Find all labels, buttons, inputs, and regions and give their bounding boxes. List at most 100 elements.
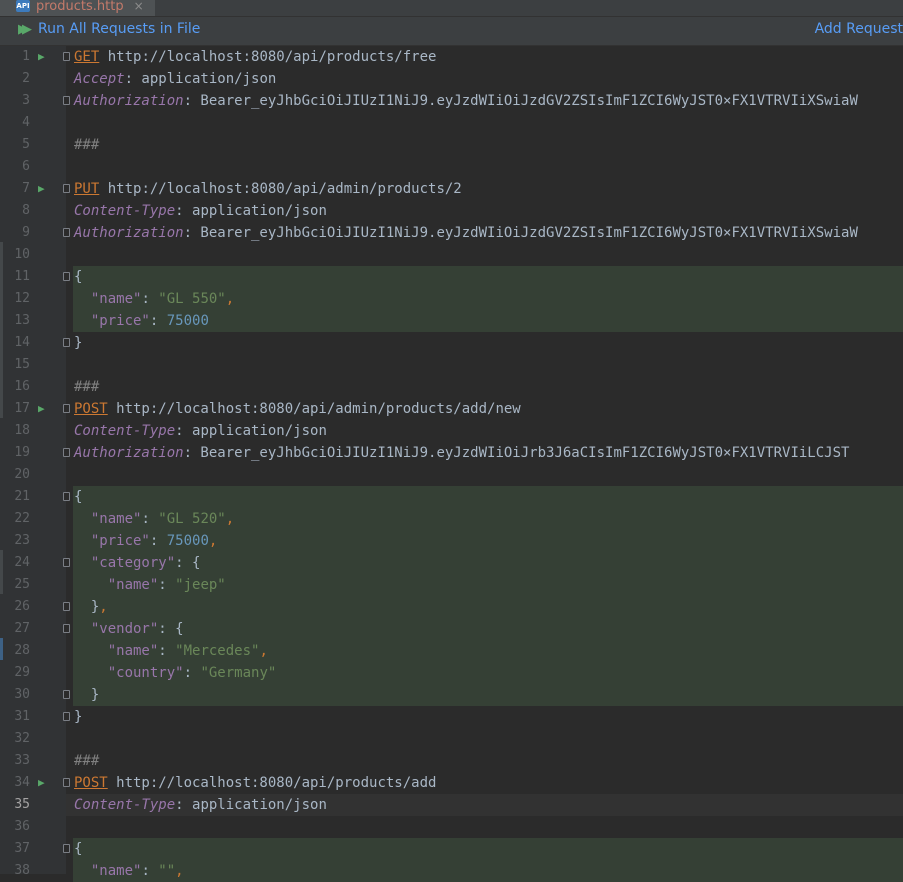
code-text: "name": "", bbox=[74, 860, 184, 882]
tab-products-http[interactable]: API products.http × bbox=[0, 0, 155, 16]
code-line[interactable]: 6 bbox=[0, 156, 903, 178]
code-token: : application/json bbox=[124, 71, 277, 87]
fold-marker-icon[interactable] bbox=[63, 272, 70, 281]
code-line[interactable]: 17 ▶ POST http://localhost:8080/api/admin/… bbox=[0, 398, 903, 420]
code-line[interactable]: 38 "name": "", bbox=[0, 860, 903, 882]
fold-marker-icon[interactable] bbox=[63, 624, 70, 633]
fold-marker-icon[interactable] bbox=[63, 844, 70, 853]
code-text: POST http://localhost:8080/api/admin/pro… bbox=[74, 398, 521, 420]
code-line[interactable]: 33 ### bbox=[0, 750, 903, 772]
run-request-icon[interactable]: ▶ bbox=[38, 772, 45, 794]
code-text: "name": "jeep" bbox=[74, 574, 226, 596]
code-line[interactable]: 25 "name": "jeep" bbox=[0, 574, 903, 596]
fold-marker-icon[interactable] bbox=[63, 338, 70, 347]
code-line[interactable]: 11 { bbox=[0, 266, 903, 288]
code-line[interactable]: 23 "price": 75000, bbox=[0, 530, 903, 552]
fold-marker-icon[interactable] bbox=[63, 228, 70, 237]
code-text: "name": "GL 550", bbox=[74, 288, 234, 310]
code-token: Authorization bbox=[74, 225, 184, 241]
code-line[interactable]: 31} bbox=[0, 706, 903, 728]
close-icon[interactable]: × bbox=[134, 0, 144, 13]
code-line[interactable]: 22 "name": "GL 520", bbox=[0, 508, 903, 530]
fold-marker-icon[interactable] bbox=[63, 602, 70, 611]
code-line[interactable]: 13 "price": 75000 bbox=[0, 310, 903, 332]
code-token: ### bbox=[74, 137, 100, 153]
run-request-icon[interactable]: ▶ bbox=[38, 46, 45, 68]
fold-marker-icon[interactable] bbox=[63, 448, 70, 457]
code-line[interactable]: 34 ▶ POST http://localhost:8080/api/produc… bbox=[0, 772, 903, 794]
code-line[interactable]: 21 { bbox=[0, 486, 903, 508]
code-line[interactable]: 16 ### bbox=[0, 376, 903, 398]
line-number: 21 bbox=[14, 489, 30, 504]
fold-marker-icon[interactable] bbox=[63, 690, 70, 699]
add-request-button[interactable]: Add Request bbox=[815, 21, 903, 37]
tab-label: products.http bbox=[36, 0, 124, 14]
code-text: "name": "Mercedes", bbox=[74, 640, 268, 662]
code-line[interactable]: 29 "country": "Germany" bbox=[0, 662, 903, 684]
code-line[interactable]: 5 ### bbox=[0, 134, 903, 156]
code-token: : bbox=[149, 533, 167, 549]
code-line[interactable]: 8 Content-Type: application/json bbox=[0, 200, 903, 222]
code-line[interactable]: 10 bbox=[0, 244, 903, 266]
code-token: "vendor" bbox=[90, 621, 159, 637]
code-token: : bbox=[158, 643, 176, 659]
code-line[interactable]: 28 "name": "Mercedes", bbox=[0, 640, 903, 662]
fold-marker-icon[interactable] bbox=[63, 778, 70, 787]
code-token: : application/json bbox=[175, 797, 327, 813]
code-line[interactable]: 27 "vendor": { bbox=[0, 618, 903, 640]
code-token: : bbox=[158, 577, 176, 593]
code-token: , bbox=[225, 291, 235, 307]
code-line[interactable]: 14} bbox=[0, 332, 903, 354]
code-text: "vendor": { bbox=[74, 618, 184, 640]
code-line[interactable]: 24 "category": { bbox=[0, 552, 903, 574]
run-all-requests-button[interactable]: ▶▶ Run All Requests in File bbox=[18, 21, 200, 37]
code-text: "price": 75000, bbox=[74, 530, 217, 552]
run-request-icon[interactable]: ▶ bbox=[38, 398, 45, 420]
code-line[interactable]: 3 Authorization: Bearer_eyJhbGciOiJIUzI1N… bbox=[0, 90, 903, 112]
fold-marker-icon[interactable] bbox=[63, 52, 70, 61]
code-line[interactable]: 9 Authorization: Bearer_eyJhbGciOiJIUzI1N… bbox=[0, 222, 903, 244]
code-line[interactable]: 15 bbox=[0, 354, 903, 376]
fold-marker-icon[interactable] bbox=[63, 558, 70, 567]
code-line[interactable]: 2 Accept: application/json bbox=[0, 68, 903, 90]
code-line[interactable]: 1 ▶ GET http://localhost:8080/api/products… bbox=[0, 46, 903, 68]
code-editor[interactable]: 1 ▶ GET http://localhost:8080/api/products… bbox=[0, 46, 903, 882]
fold-marker-icon[interactable] bbox=[63, 712, 70, 721]
code-line[interactable]: 26 }, bbox=[0, 596, 903, 618]
line-number: 11 bbox=[14, 269, 30, 284]
code-token: "Mercedes" bbox=[175, 643, 260, 659]
code-line[interactable]: 35 Content-Type: application/json bbox=[0, 794, 903, 816]
editor-tab-bar: API products.http × bbox=[0, 0, 903, 17]
code-line[interactable]: 37 { bbox=[0, 838, 903, 860]
code-token: : bbox=[141, 511, 159, 527]
code-line[interactable]: 7 ▶ PUT http://localhost:8080/api/admin/pr… bbox=[0, 178, 903, 200]
fold-marker-icon[interactable] bbox=[63, 96, 70, 105]
fold-marker-icon[interactable] bbox=[63, 404, 70, 413]
line-number: 35 bbox=[14, 797, 30, 812]
code-line[interactable]: 20 bbox=[0, 464, 903, 486]
line-number: 17 bbox=[14, 401, 30, 416]
code-token: POST bbox=[74, 401, 108, 417]
line-number: 23 bbox=[14, 533, 30, 548]
code-text: { bbox=[74, 486, 82, 508]
fold-marker-icon[interactable] bbox=[63, 184, 70, 193]
code-line[interactable]: 30 } bbox=[0, 684, 903, 706]
fold-marker-icon[interactable] bbox=[63, 492, 70, 501]
code-token: "name" bbox=[107, 643, 159, 659]
line-number: 18 bbox=[14, 423, 30, 438]
code-token: "Germany" bbox=[200, 665, 277, 681]
code-line[interactable]: 18 Content-Type: application/json bbox=[0, 420, 903, 442]
code-line[interactable]: 36 bbox=[0, 816, 903, 838]
code-text: { bbox=[74, 266, 82, 288]
code-token: Authorization bbox=[74, 445, 184, 461]
run-all-label: Run All Requests in File bbox=[38, 21, 201, 37]
code-line[interactable]: 4 bbox=[0, 112, 903, 134]
code-line[interactable]: 19 Authorization: Bearer_eyJhbGciOiJIUzI1… bbox=[0, 442, 903, 464]
code-text: } bbox=[74, 684, 99, 706]
run-request-icon[interactable]: ▶ bbox=[38, 178, 45, 200]
code-line[interactable]: 12 "name": "GL 550", bbox=[0, 288, 903, 310]
code-line[interactable]: 32 bbox=[0, 728, 903, 750]
code-text: }, bbox=[74, 596, 108, 618]
